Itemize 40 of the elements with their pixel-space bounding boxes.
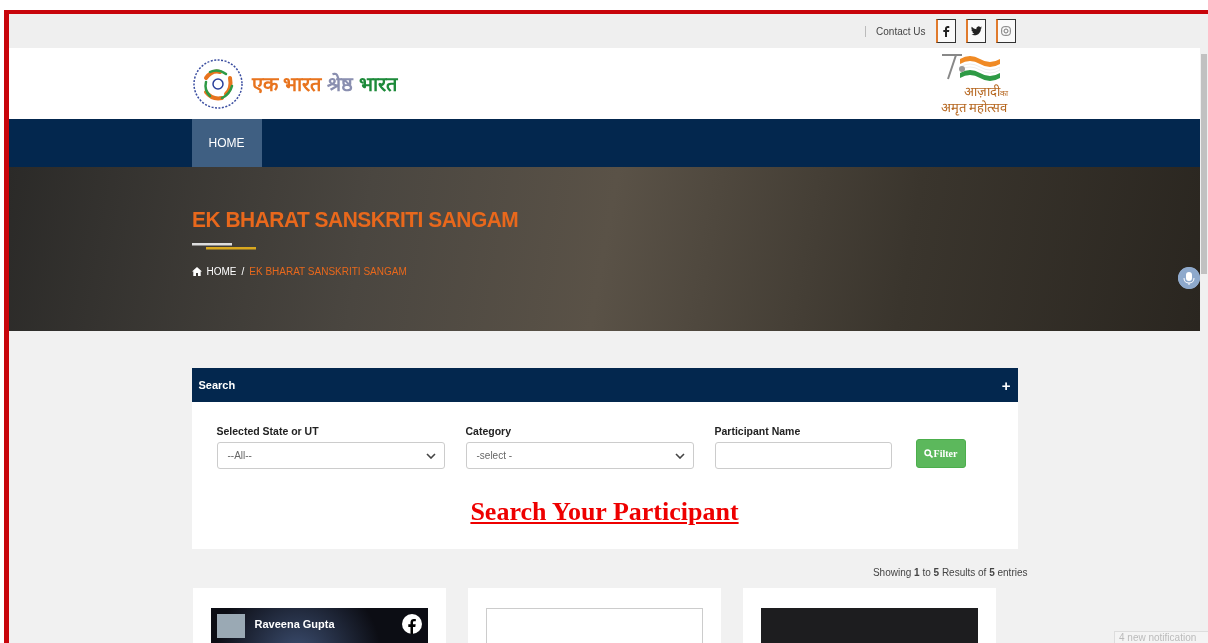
expand-toggle[interactable]: + [1001, 376, 1011, 394]
field-label: Category [465, 425, 512, 437]
dropdown-value: -select - [476, 450, 513, 461]
scrollbar-thumb[interactable] [1201, 54, 1207, 274]
emblem-text: का [999, 88, 1008, 98]
facebook-icon [401, 614, 422, 634]
logo-word: श्रेष्ठ [327, 71, 354, 97]
title-underline [191, 243, 256, 250]
video-thumbnail[interactable]: Raveena Gupta [210, 608, 428, 643]
breadcrumb-link[interactable]: HOME [206, 266, 237, 277]
results-summary: Showing 1 to 5 Results of 5 entries [871, 566, 1028, 580]
panel-title: Search [198, 379, 236, 391]
field-label: Selected State or UT [216, 425, 320, 437]
contact-link[interactable]: Contact Us [876, 25, 926, 37]
emblem-logo-icon [191, 57, 244, 110]
twitter-link[interactable] [965, 19, 986, 43]
chevron-down-icon [674, 452, 685, 459]
emblem-text: अमृत महोत्सव [940, 100, 1008, 115]
input-field[interactable] [714, 442, 892, 469]
nav-link[interactable]: HOME [191, 119, 262, 167]
field-label: Participant Name [714, 425, 802, 437]
dropdown-field[interactable]: -select - [465, 442, 694, 469]
breadcrumb-separator: / [241, 266, 245, 277]
home-icon [191, 267, 202, 276]
instagram-link[interactable] [995, 19, 1016, 43]
page-title: EK BHARAT SANSKRITI SANGAM [191, 207, 518, 233]
logo-word: भारत [359, 72, 398, 97]
participant-name: Raveena Gupta [254, 617, 336, 630]
chevron-down-icon [425, 452, 436, 459]
dropdown-value: --All-- [227, 450, 252, 461]
facebook-icon [941, 25, 951, 37]
emblem-text: आज़ादी [963, 83, 1000, 99]
dropdown-field[interactable]: --All-- [216, 442, 445, 469]
twitter-icon [970, 26, 982, 36]
logo-word: एक भारत [251, 72, 322, 97]
instagram-icon [1001, 26, 1011, 36]
search-icon [923, 449, 933, 458]
section-heading: Search Your Participant [470, 497, 739, 526]
facebook-link[interactable] [935, 19, 956, 43]
photo-placeholder [216, 614, 245, 638]
